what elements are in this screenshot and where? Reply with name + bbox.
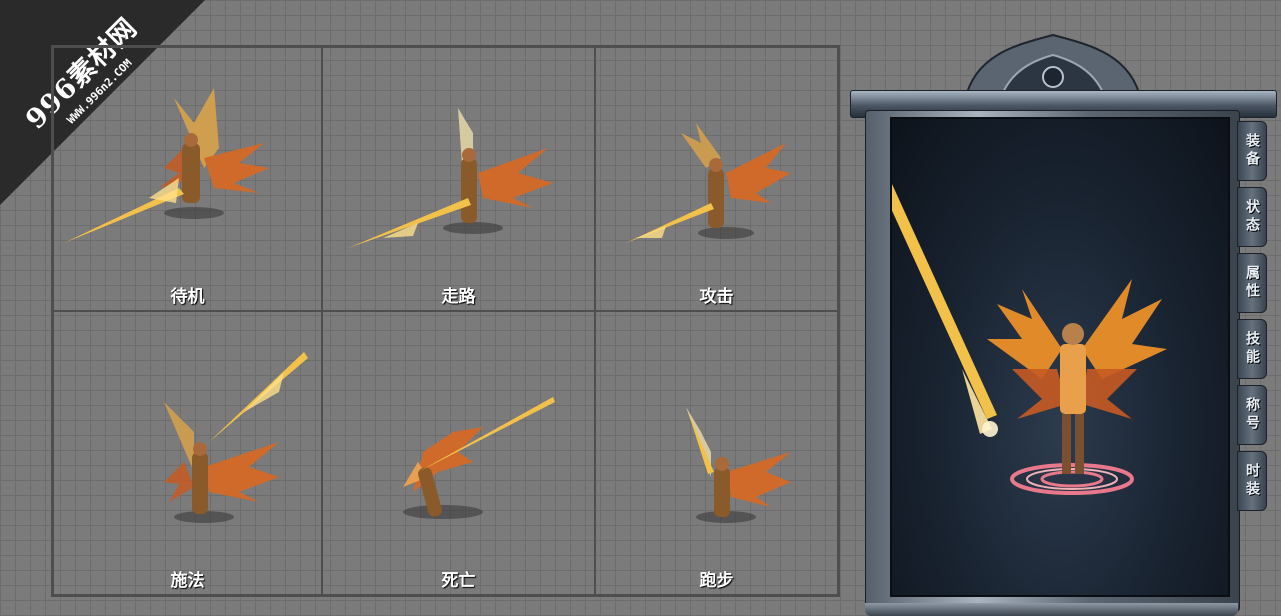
tab-status[interactable]: 状态 [1237, 187, 1267, 247]
tab-attributes[interactable]: 属性 [1237, 253, 1267, 313]
animation-label: 施法 [170, 571, 205, 591]
panel-bottom-ornament [865, 603, 1238, 616]
animation-label: 待机 [170, 287, 205, 307]
animation-cell-idle[interactable]: 待机 [53, 47, 322, 311]
animation-label: 跑步 [699, 571, 734, 591]
animation-label: 走路 [441, 287, 476, 307]
tab-fashion[interactable]: 时装 [1237, 451, 1267, 511]
attack-sprite [626, 123, 791, 243]
animation-cell-attack[interactable]: 攻击 [595, 47, 838, 311]
tab-skills[interactable]: 技能 [1237, 319, 1267, 379]
animation-label: 死亡 [441, 571, 476, 591]
tab-equipment[interactable]: 装备 [1237, 121, 1267, 181]
character-model [892, 184, 1167, 495]
animation-cell-death[interactable]: 死亡 [322, 311, 595, 595]
panel-tabs: 装备 状态 属性 技能 称号 时装 [1237, 121, 1269, 511]
cast-sprite [164, 352, 308, 523]
character-viewport [890, 117, 1230, 597]
character-panel: 装备 状态 属性 技能 称号 时装 [845, 25, 1281, 616]
animation-label: 攻击 [699, 287, 734, 307]
idle-sprite [64, 88, 269, 243]
death-sprite [403, 397, 555, 519]
animation-cell-walk[interactable]: 走路 [322, 47, 595, 311]
tab-titles[interactable]: 称号 [1237, 385, 1267, 445]
run-sprite [686, 407, 791, 523]
animation-grid: 待机 走路 攻击 施法 死亡 跑步 [51, 45, 840, 597]
walk-sprite [348, 108, 553, 248]
panel-crown-ornament [963, 33, 1143, 100]
animation-cell-run[interactable]: 跑步 [595, 311, 838, 595]
animation-cell-cast[interactable]: 施法 [53, 311, 322, 595]
